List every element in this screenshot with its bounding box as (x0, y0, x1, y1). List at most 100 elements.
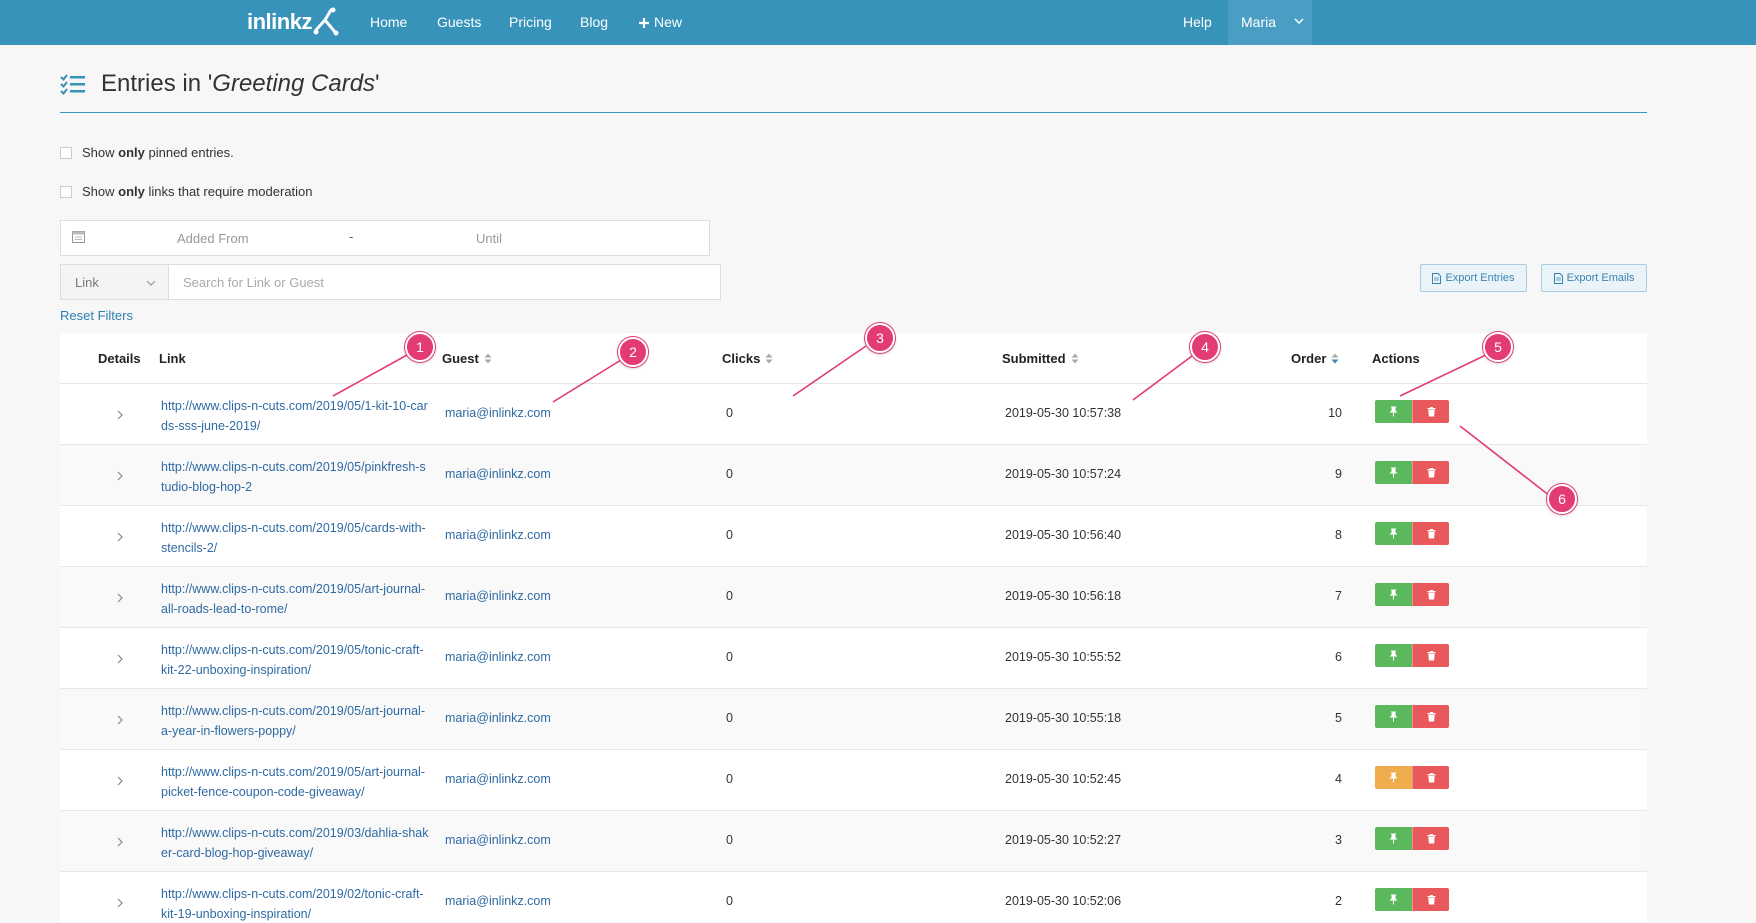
entry-guest[interactable]: maria@inlinkz.com (445, 772, 551, 786)
entry-link[interactable]: http://www.clips-n-cuts.com/2019/05/1-ki… (161, 396, 429, 436)
nav-home[interactable]: Home (370, 0, 407, 45)
entry-guest[interactable]: maria@inlinkz.com (445, 589, 551, 603)
delete-button[interactable] (1412, 461, 1449, 484)
table-row: http://www.clips-n-cuts.com/2019/05/art-… (60, 750, 1647, 811)
entry-link[interactable]: http://www.clips-n-cuts.com/2019/02/toni… (161, 884, 429, 923)
delete-button[interactable] (1412, 766, 1449, 789)
pin-button[interactable] (1375, 888, 1412, 911)
chevron-right-icon[interactable] (116, 837, 124, 847)
entry-guest[interactable]: maria@inlinkz.com (445, 894, 551, 908)
pin-button[interactable] (1375, 705, 1412, 728)
delete-button[interactable] (1412, 522, 1449, 545)
table-row: http://www.clips-n-cuts.com/2019/05/toni… (60, 628, 1647, 689)
entry-guest[interactable]: maria@inlinkz.com (445, 711, 551, 725)
title-divider (60, 112, 1647, 113)
table-row: http://www.clips-n-cuts.com/2019/03/dahl… (60, 811, 1647, 872)
search-input[interactable] (169, 264, 721, 300)
col-clicks[interactable]: Clicks (722, 351, 773, 366)
entry-submitted: 2019-05-30 10:57:24 (1005, 467, 1122, 481)
date-range-picker[interactable]: Added From - Until (60, 220, 710, 256)
entry-order: 9 (1335, 467, 1342, 481)
delete-button[interactable] (1412, 583, 1449, 606)
chevron-right-icon[interactable] (116, 654, 124, 664)
trash-icon (1427, 894, 1435, 904)
pin-button[interactable] (1375, 400, 1412, 423)
entry-link[interactable]: http://www.clips-n-cuts.com/2019/03/dahl… (161, 823, 429, 863)
chevron-right-icon[interactable] (116, 471, 124, 481)
col-order[interactable]: Order (1291, 351, 1339, 366)
file-icon (1553, 272, 1563, 284)
entry-link[interactable]: http://www.clips-n-cuts.com/2019/05/art-… (161, 701, 429, 741)
table-row: http://www.clips-n-cuts.com/2019/05/art-… (60, 689, 1647, 750)
added-from-field[interactable]: Added From (177, 231, 249, 246)
col-submitted[interactable]: Submitted (1002, 351, 1079, 366)
delete-button[interactable] (1412, 705, 1449, 728)
nav-guests[interactable]: Guests (437, 0, 481, 45)
chevron-right-icon[interactable] (116, 776, 124, 786)
nav-new[interactable]: New (638, 0, 682, 45)
user-menu[interactable]: Maria (1228, 0, 1312, 45)
until-field[interactable]: Until (476, 231, 502, 246)
table-row: http://www.clips-n-cuts.com/2019/05/pink… (60, 445, 1647, 506)
trash-icon (1427, 467, 1435, 477)
chevron-right-icon[interactable] (116, 715, 124, 725)
entry-link[interactable]: http://www.clips-n-cuts.com/2019/05/art-… (161, 579, 429, 619)
nav-pricing[interactable]: Pricing (509, 0, 552, 45)
entry-clicks: 0 (726, 894, 733, 908)
page-title: Entries in 'Greeting Cards' (101, 70, 380, 97)
export-emails-button[interactable]: Export Emails (1541, 264, 1647, 292)
entry-guest[interactable]: maria@inlinkz.com (445, 406, 551, 420)
pin-button[interactable] (1375, 644, 1412, 667)
chevron-right-icon[interactable] (116, 898, 124, 908)
chevron-right-icon[interactable] (116, 532, 124, 542)
pin-button[interactable] (1375, 766, 1412, 789)
search-type-select[interactable]: Link (60, 264, 169, 300)
delete-button[interactable] (1412, 400, 1449, 423)
annotation-marker-5: 5 (1483, 332, 1513, 362)
pin-button[interactable] (1375, 461, 1412, 484)
entry-clicks: 0 (726, 406, 733, 420)
export-emails-label: Export Emails (1566, 272, 1635, 284)
date-separator: - (349, 229, 354, 244)
nav-blog[interactable]: Blog (580, 0, 608, 45)
entry-order: 8 (1335, 528, 1342, 542)
entry-link[interactable]: http://www.clips-n-cuts.com/2019/05/pink… (161, 457, 429, 497)
pinned-only-checkbox[interactable] (60, 146, 72, 159)
export-entries-button[interactable]: Export Entries (1420, 264, 1527, 292)
entry-link[interactable]: http://www.clips-n-cuts.com/2019/05/card… (161, 518, 429, 558)
entry-order: 7 (1335, 589, 1342, 603)
entry-guest[interactable]: maria@inlinkz.com (445, 650, 551, 664)
logo-mark-icon (313, 7, 339, 36)
pin-icon (1389, 528, 1398, 539)
annotation-marker-3: 3 (865, 323, 895, 353)
entry-submitted: 2019-05-30 10:56:40 (1005, 528, 1122, 542)
col-guest[interactable]: Guest (442, 351, 492, 366)
entry-clicks: 0 (726, 711, 733, 725)
entry-guest[interactable]: maria@inlinkz.com (445, 833, 551, 847)
reset-filters-link[interactable]: Reset Filters (60, 308, 133, 323)
table-row: http://www.clips-n-cuts.com/2019/02/toni… (60, 872, 1647, 923)
entry-link[interactable]: http://www.clips-n-cuts.com/2019/05/art-… (161, 762, 429, 802)
delete-button[interactable] (1412, 644, 1449, 667)
entry-guest[interactable]: maria@inlinkz.com (445, 467, 551, 481)
entry-guest[interactable]: maria@inlinkz.com (445, 528, 551, 542)
trash-icon (1427, 650, 1435, 660)
brand-logo[interactable]: inlinkz (247, 4, 339, 40)
chevron-right-icon[interactable] (116, 593, 124, 603)
moderation-only-checkbox[interactable] (60, 185, 72, 198)
entry-submitted: 2019-05-30 10:52:45 (1005, 772, 1122, 786)
sort-icon (765, 353, 773, 364)
pin-button[interactable] (1375, 522, 1412, 545)
sort-icon (1071, 353, 1079, 364)
sort-active-icon (1331, 353, 1339, 364)
pin-button[interactable] (1375, 583, 1412, 606)
pinned-only-filter[interactable]: Show only pinned entries. (60, 145, 234, 160)
entry-clicks: 0 (726, 528, 733, 542)
delete-button[interactable] (1412, 827, 1449, 850)
moderation-only-filter[interactable]: Show only links that require moderation (60, 184, 313, 199)
chevron-right-icon[interactable] (116, 410, 124, 420)
entry-link[interactable]: http://www.clips-n-cuts.com/2019/05/toni… (161, 640, 429, 680)
pin-button[interactable] (1375, 827, 1412, 850)
nav-help[interactable]: Help (1183, 0, 1212, 45)
delete-button[interactable] (1412, 888, 1449, 911)
